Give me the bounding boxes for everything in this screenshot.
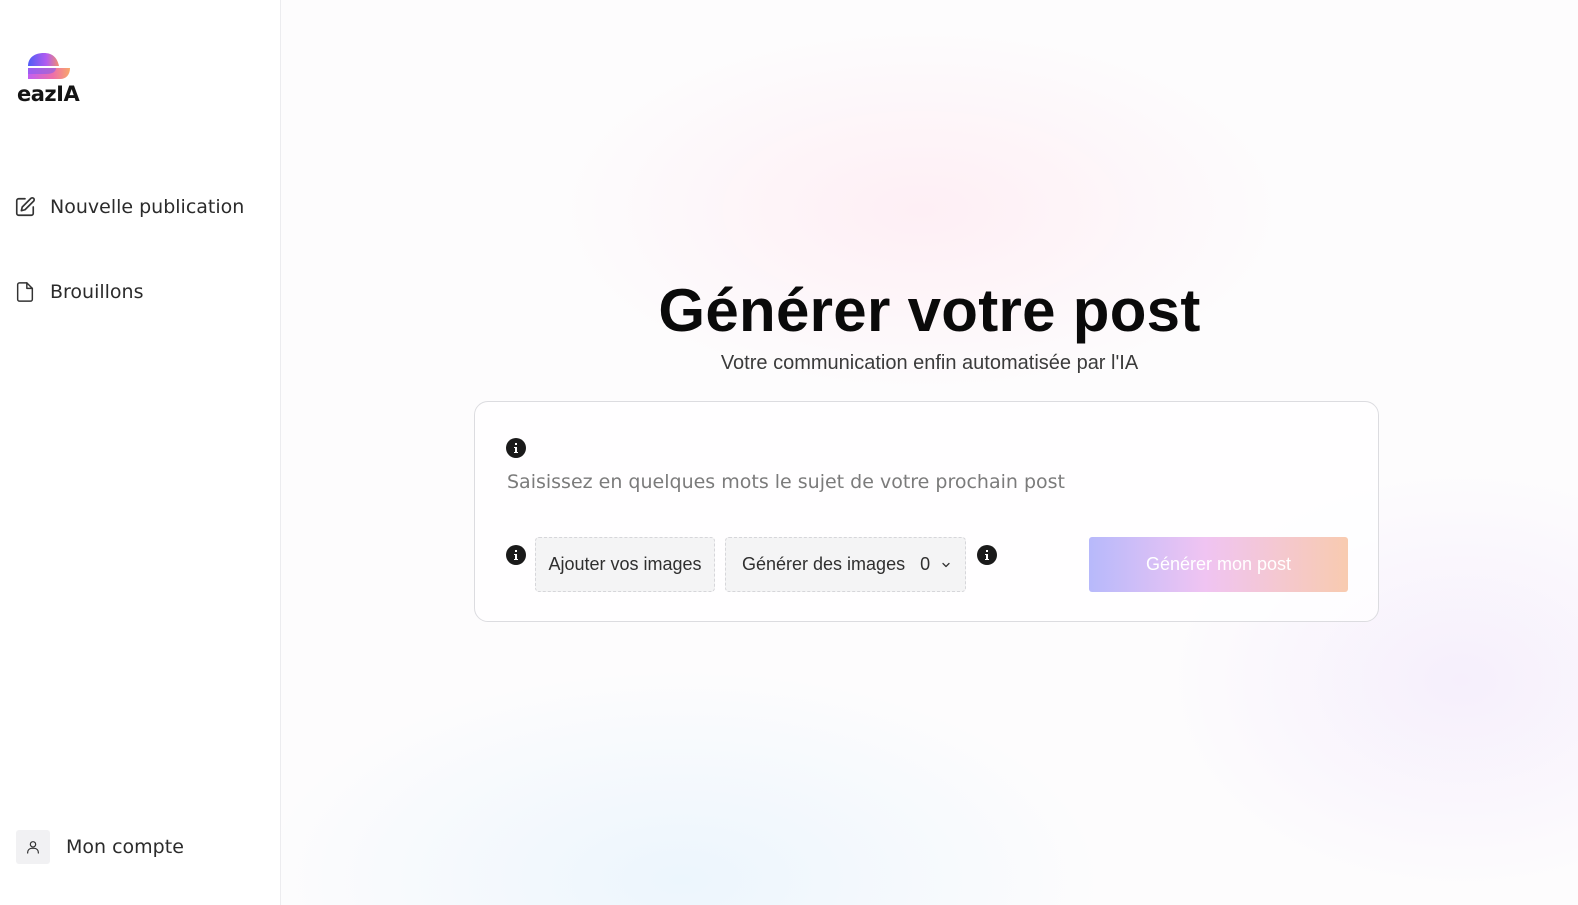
info-icon[interactable] xyxy=(506,438,526,458)
app-window: eazIA Nouvelle publication Brouillons Mo… xyxy=(0,0,1578,905)
brand-name: eazIA xyxy=(17,82,80,106)
generate-images-select[interactable]: Générer des images 0 xyxy=(725,537,966,592)
edit-square-icon xyxy=(14,196,36,218)
file-icon xyxy=(14,281,36,303)
main-content: Générer votre post Votre communication e… xyxy=(281,0,1578,905)
generate-post-label: Générer mon post xyxy=(1145,554,1292,574)
sidebar-item-new-publication[interactable]: Nouvelle publication xyxy=(14,196,244,218)
page-subtitle: Votre communication enfin automatisée pa… xyxy=(720,352,1139,374)
generate-images-label: Générer des images xyxy=(742,554,906,574)
sidebar-item-label: Brouillons xyxy=(50,281,144,303)
page-title: Générer votre post xyxy=(658,277,1201,344)
chevron-down-icon xyxy=(940,559,952,571)
user-icon xyxy=(16,830,50,864)
post-generator-card: Ajouter vos images Générer des images 0 … xyxy=(474,401,1379,622)
add-images-label: Ajouter vos images xyxy=(548,554,702,574)
eazia-logo-icon xyxy=(28,53,70,79)
sidebar-item-label: Nouvelle publication xyxy=(50,196,245,218)
sidebar: eazIA Nouvelle publication Brouillons Mo… xyxy=(0,0,281,905)
post-subject-input[interactable] xyxy=(507,464,1347,500)
generate-post-button[interactable]: Générer mon post xyxy=(1089,537,1348,592)
generate-images-count: 0 xyxy=(920,554,931,574)
info-icon[interactable] xyxy=(977,545,997,565)
info-icon[interactable] xyxy=(506,545,526,565)
sidebar-item-drafts[interactable]: Brouillons xyxy=(14,281,144,303)
account-label: Mon compte xyxy=(66,836,184,858)
add-images-button[interactable]: Ajouter vos images xyxy=(535,537,715,592)
brand-logo[interactable]: eazIA xyxy=(17,52,87,108)
account-button[interactable]: Mon compte xyxy=(16,830,184,864)
